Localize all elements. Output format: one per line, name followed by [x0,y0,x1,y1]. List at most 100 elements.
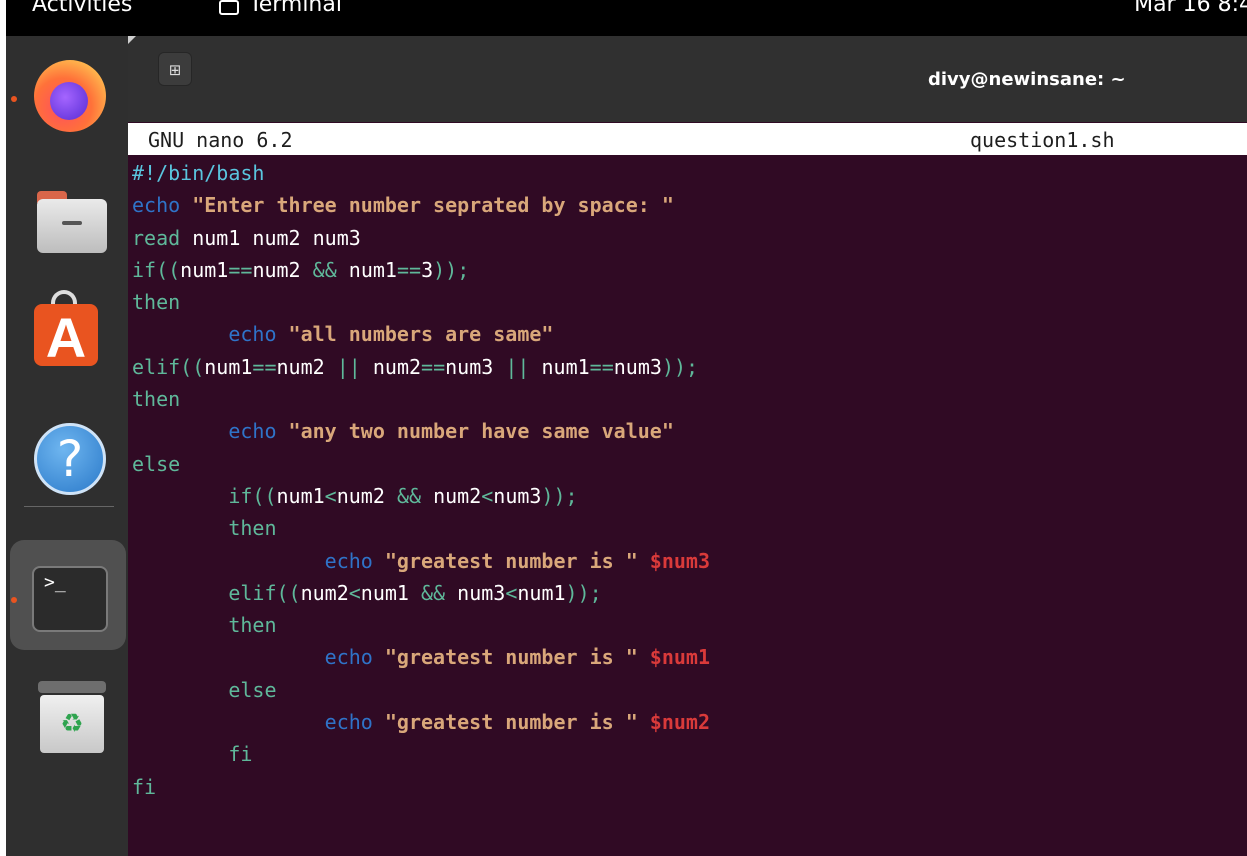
trash-icon: ♻ [38,681,106,753]
code-token: num3 [493,483,542,508]
code-token: #!/bin/bash [132,161,265,185]
code-token: fi [132,774,157,799]
code-token: num1 [529,354,590,379]
code-token: num2 [360,354,422,379]
code-line: if((num1<num2 && num2<num3)); [132,480,710,512]
code-token: "any two number have same value" [288,419,674,444]
running-indicator [11,597,17,603]
code-token: )); [541,483,578,508]
code-line: echo "greatest number is " $num3 [132,545,710,577]
code-token: num1 [517,580,566,605]
code-token: "Enter three number seprated by space: " [192,193,674,218]
window-corner [128,36,136,44]
code-token: == [252,354,277,379]
code-line: echo "greatest number is " $num1 [132,641,710,673]
dock: A ? >_ ♻ [6,36,128,856]
dock-item-app-center[interactable]: A [6,286,128,386]
dock-item-firefox[interactable] [6,46,128,146]
app-menu[interactable]: Terminal [219,0,342,17]
terminal-icon: >_ [32,566,108,632]
top-bar: Activities Terminal Mar 16 8:4 [6,0,1247,36]
code-token: if(( [132,257,181,282]
code-token: echo [228,419,277,444]
code-line: fi [132,771,710,803]
code-line: else [132,448,710,480]
code-token: $num3 [649,548,711,573]
code-token: )); [433,257,470,282]
new-tab-button[interactable]: ⊞ [158,52,192,86]
code-token: elif(( [228,580,301,605]
code-token: num2 [421,483,482,508]
code-token: == [421,354,446,379]
code-token: fi [228,742,253,767]
code-line: echo "greatest number is " $num2 [132,706,710,738]
terminal-small-icon [219,0,239,15]
code-line: then [132,383,710,415]
code-token: then [228,516,277,541]
code-token: num1 [204,354,253,379]
code-token: echo [324,645,373,670]
code-token: num1 [360,580,422,605]
dock-item-files[interactable] [6,171,128,271]
code-line: fi [132,738,710,770]
code-token: < [505,580,518,605]
code-token: echo [324,548,373,573]
code-line: then [132,609,710,641]
editor-buffer[interactable]: #!/bin/bash echo "Enter three number sepr… [132,157,710,803]
dock-item-terminal[interactable]: >_ [6,545,128,645]
window-headerbar: ⊞ divy@newinsane: ~ [128,36,1247,122]
code-token: num2 [336,483,397,508]
code-line: then [132,286,710,318]
code-line: elif((num1==num2 || num2==num3 || num1==… [132,351,710,383]
code-token: == [396,257,422,282]
code-token: || [505,354,530,379]
code-token: elif(( [132,354,205,379]
clock[interactable]: Mar 16 8:4 [1134,0,1247,17]
app-menu-label: Terminal [249,0,342,17]
terminal-window[interactable]: ⊞ divy@newinsane: ~ GNU nano 6.2 questio… [128,36,1247,856]
code-line: #!/bin/bash [132,157,710,189]
code-token: 3 [421,257,434,282]
dock-item-trash[interactable]: ♻ [6,666,128,766]
code-token: then [228,613,277,638]
code-token: "greatest number is " [384,710,638,735]
activities-button[interactable]: Activities [32,0,132,17]
folder-icon [37,191,107,253]
code-line: echo "Enter three number seprated by spa… [132,189,710,221]
code-token: && [396,483,422,508]
nano-version: GNU nano 6.2 [148,128,293,152]
code-token: read [132,225,181,250]
code-token: echo [324,710,373,735]
code-token: num2 [252,257,313,282]
running-indicator [11,96,17,102]
help-icon: ? [34,423,106,495]
code-token: "greatest number is " [384,548,638,573]
dock-item-help[interactable]: ? [6,406,128,506]
nano-title-bar: GNU nano 6.2 question1.sh [128,123,1247,155]
recycle-icon: ♻ [40,695,104,753]
code-token: "all numbers are same" [288,322,554,347]
code-token: num1 [336,257,397,282]
code-token: && [312,257,337,282]
code-token: num3 [445,354,506,379]
code-token: else [132,451,181,476]
code-token: else [228,677,277,702]
